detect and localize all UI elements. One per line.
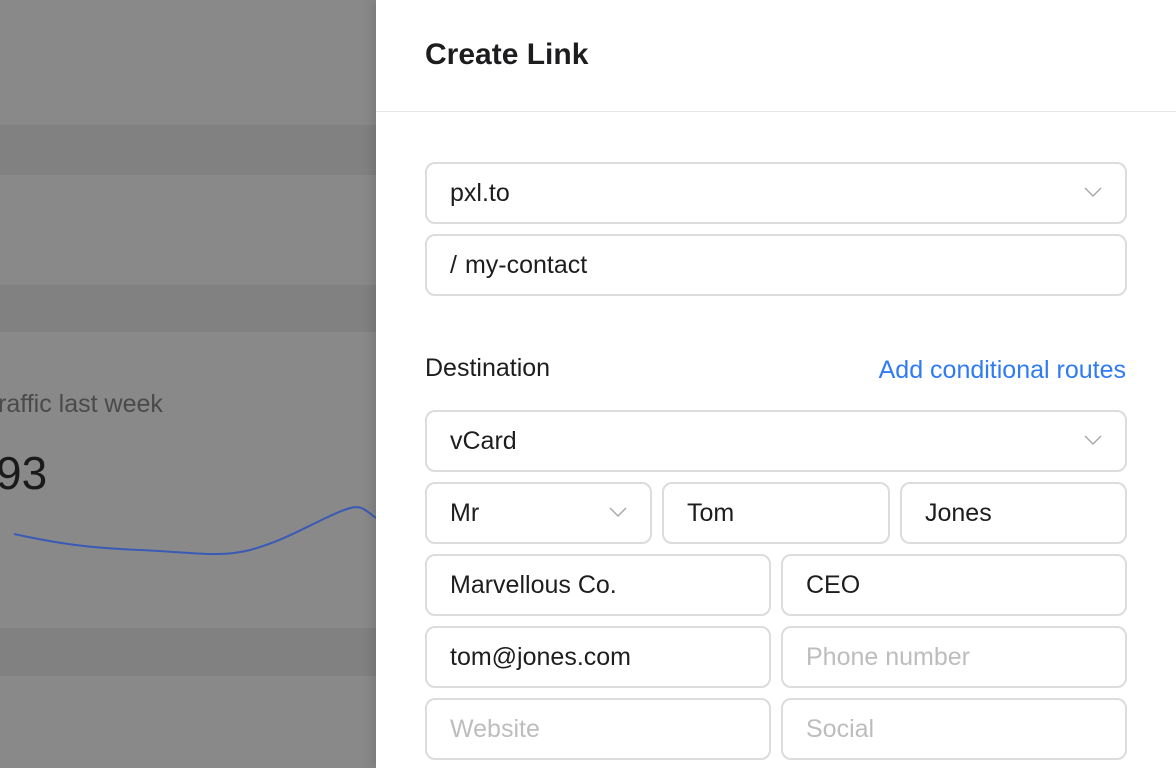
email-value: tom@jones.com [450, 642, 631, 671]
panel-title: Create Link [425, 38, 589, 71]
salutation-value: Mr [450, 498, 480, 527]
panel-header: Create Link [376, 0, 1176, 112]
divider [0, 285, 376, 332]
chevron-down-icon [1084, 435, 1102, 446]
salutation-select[interactable]: Mr [425, 482, 652, 544]
social-input[interactable]: Social [781, 698, 1127, 760]
company-value: Marvellous Co. [450, 570, 617, 599]
job-title-value: CEO [806, 570, 861, 599]
domain-value: pxl.to [450, 178, 510, 207]
sparkline-line [13, 506, 376, 556]
website-placeholder: Website [450, 714, 540, 743]
divider [0, 125, 376, 175]
chevron-down-icon [609, 507, 627, 518]
company-input[interactable]: Marvellous Co. [425, 554, 771, 616]
slug-input[interactable]: / my-contact [425, 234, 1127, 296]
last-name-input[interactable]: Jones [900, 482, 1127, 544]
traffic-sparkline [13, 506, 376, 556]
destination-label: Destination [425, 354, 551, 382]
divider [0, 628, 376, 676]
phone-placeholder: Phone number [806, 642, 971, 671]
website-input[interactable]: Website [425, 698, 771, 760]
background-overlay[interactable]: raffic last week 93 [0, 0, 376, 768]
create-link-panel: Create Link pxl.to / my-contact Destinat… [376, 0, 1176, 768]
slug-prefix: / [450, 250, 457, 279]
last-name-value: Jones [925, 498, 992, 527]
email-input[interactable]: tom@jones.com [425, 626, 771, 688]
social-placeholder: Social [806, 714, 875, 743]
stat-label: raffic last week [0, 390, 163, 418]
destination-type-value: vCard [450, 426, 517, 455]
chevron-down-icon [1084, 187, 1102, 198]
slug-value: my-contact [464, 250, 588, 279]
phone-input[interactable]: Phone number [781, 626, 1127, 688]
job-title-input[interactable]: CEO [781, 554, 1127, 616]
destination-type-select[interactable]: vCard [425, 410, 1127, 472]
domain-select[interactable]: pxl.to [425, 162, 1127, 224]
first-name-value: Tom [687, 498, 735, 527]
add-conditional-routes-link[interactable]: Add conditional routes [879, 356, 1126, 385]
first-name-input[interactable]: Tom [662, 482, 890, 544]
